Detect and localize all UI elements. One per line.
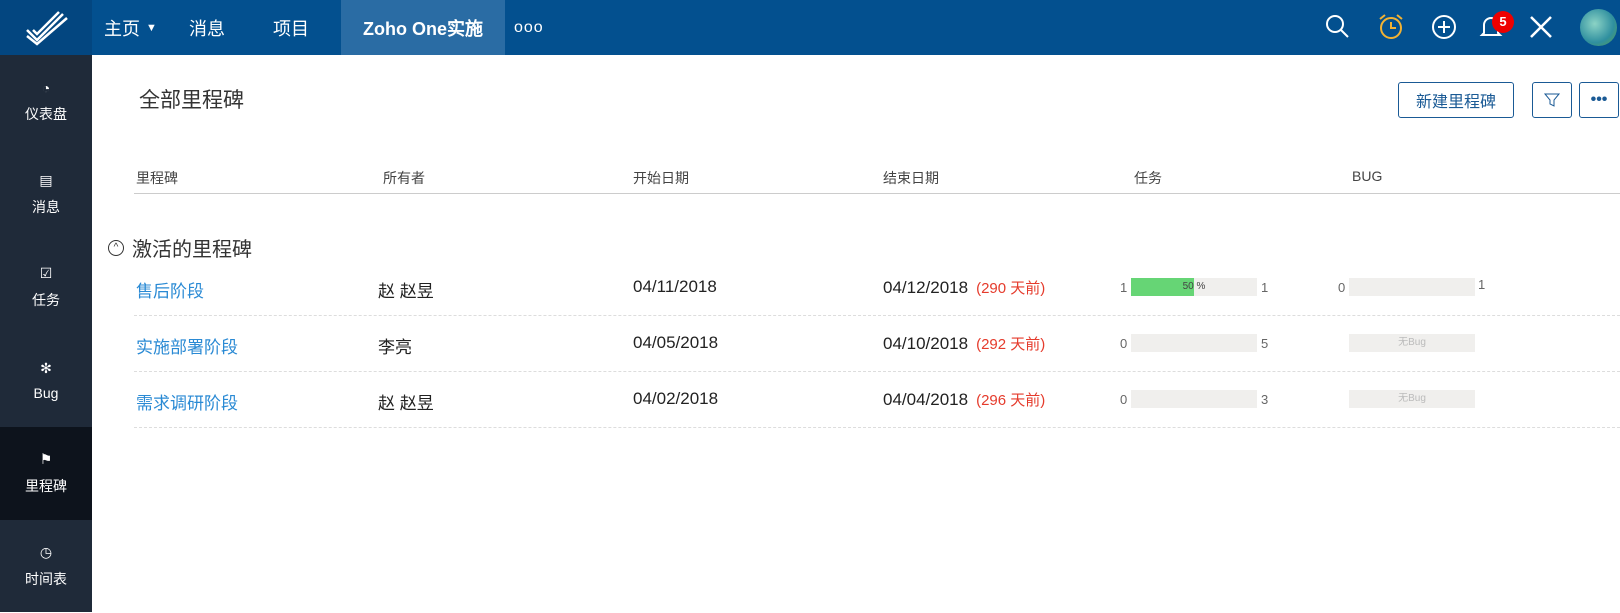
- owner-name: 赵 赵昱: [378, 282, 434, 301]
- nav-more[interactable]: ooo: [514, 0, 544, 55]
- task-progress-bar: 50 %: [1131, 278, 1257, 296]
- task-progress-bar: [1131, 334, 1257, 352]
- milestone-link[interactable]: 售后阶段: [136, 277, 204, 302]
- chevron-down-icon: ▼: [146, 21, 157, 34]
- tools-icon[interactable]: [1526, 12, 1556, 42]
- column-header-milestone[interactable]: 里程碑: [136, 168, 178, 188]
- sidebar-label: Bug: [33, 385, 59, 401]
- column-header-owner[interactable]: 所有者: [383, 168, 425, 188]
- nav-home-label: 主页: [104, 18, 140, 39]
- column-header-tasks[interactable]: 任务: [1134, 168, 1162, 188]
- end-date: 04/10/2018: [883, 334, 969, 353]
- table-row: 实施部署阶段 李亮 04/05/2018 04/10/2018 (292 天前) …: [134, 316, 1620, 372]
- table-row: 需求调研阶段 赵 赵昱 04/02/2018 04/04/2018 (296 天前…: [134, 372, 1620, 428]
- sidebar-item-milestones[interactable]: ⚑ 里程碑: [0, 427, 92, 520]
- sidebar-item-timesheet[interactable]: ◷ 时间表: [0, 520, 92, 613]
- owner-name: 赵 赵昱: [378, 394, 434, 413]
- end-date: 04/12/2018: [883, 278, 969, 297]
- bug-closed-count: 0: [1338, 280, 1346, 295]
- column-header-bugs[interactable]: BUG: [1352, 168, 1382, 184]
- end-date-cell: 04/10/2018 (292 天前): [883, 333, 1045, 354]
- no-bug-label: 无Bug: [1398, 393, 1426, 404]
- start-date: 04/11/2018: [633, 277, 717, 296]
- bug-progress-bar: 无Bug: [1349, 390, 1475, 408]
- sidebar-item-bugs[interactable]: ✻ Bug: [0, 334, 92, 427]
- group-active-milestones[interactable]: ^ 激活的里程碑: [108, 233, 252, 262]
- nav-feed[interactable]: 消息: [189, 0, 225, 55]
- task-total-count: 3: [1261, 392, 1269, 407]
- sidebar-label: 时间表: [25, 571, 67, 587]
- filter-button[interactable]: [1532, 82, 1572, 118]
- end-date-cell: 04/04/2018 (296 天前): [883, 389, 1045, 410]
- feed-icon: ▤: [39, 172, 53, 188]
- task-total-count: 1: [1261, 280, 1269, 295]
- task-total-count: 5: [1261, 336, 1269, 351]
- nav-home[interactable]: 主页 ▼: [104, 0, 157, 55]
- bug-progress-bar: 无Bug: [1349, 334, 1475, 352]
- start-date: 04/05/2018: [633, 333, 719, 352]
- user-avatar[interactable]: [1580, 9, 1617, 46]
- task-icon: ☑: [39, 265, 53, 281]
- alarm-clock-icon[interactable]: [1376, 12, 1406, 42]
- start-date: 04/02/2018: [633, 389, 719, 408]
- milestone-link[interactable]: 实施部署阶段: [136, 333, 238, 358]
- end-date: 04/04/2018: [883, 390, 969, 409]
- collapse-icon[interactable]: ^: [108, 239, 124, 256]
- new-milestone-button[interactable]: 新建里程碑: [1398, 82, 1514, 118]
- app-logo[interactable]: [0, 0, 92, 55]
- sidebar-label: 消息: [32, 199, 60, 215]
- sidebar-label: 任务: [32, 292, 60, 308]
- more-options-button[interactable]: •••: [1579, 82, 1619, 118]
- milestone-icon: ⚑: [39, 451, 53, 467]
- group-label: 激活的里程碑: [132, 239, 252, 261]
- overdue-label: (296 天前): [976, 392, 1046, 409]
- header-divider: [134, 193, 1620, 194]
- task-progress-bar: [1131, 390, 1257, 408]
- owner-name: 李亮: [378, 338, 412, 357]
- top-bar: 主页 ▼ 消息 项目 Zoho One实施 ooo 5: [0, 0, 1620, 55]
- no-bug-label: 无Bug: [1398, 337, 1426, 348]
- search-icon[interactable]: [1323, 12, 1353, 42]
- notification-badge: 5: [1492, 11, 1514, 33]
- checkmark-logo-icon: [26, 10, 68, 46]
- sidebar-item-feed[interactable]: ▤ 消息: [0, 148, 92, 241]
- filter-icon: [1543, 93, 1561, 107]
- add-icon[interactable]: [1429, 12, 1459, 42]
- bug-progress-bar: [1349, 278, 1475, 296]
- sidebar-label: 仪表盘: [25, 105, 67, 122]
- task-closed-count: 0: [1120, 392, 1128, 407]
- overdue-label: (290 天前): [976, 280, 1046, 297]
- page-title: 全部里程碑: [139, 89, 244, 112]
- sidebar: ◔ 仪表盘 ▤ 消息 ☑ 任务 ✻ Bug ⚑ 里程碑 ◷ 时间表: [0, 55, 92, 612]
- table-row: 售后阶段 赵 赵昱 04/11/2018 04/12/2018 (290 天前) …: [134, 260, 1620, 316]
- nav-projects[interactable]: 项目: [273, 0, 309, 55]
- bug-icon: ✻: [40, 360, 52, 376]
- task-percent-label: 50 %: [1182, 281, 1206, 292]
- overdue-label: (292 天前): [976, 336, 1046, 353]
- milestone-link[interactable]: 需求调研阶段: [136, 389, 238, 414]
- sidebar-item-dashboard[interactable]: ◔ 仪表盘: [0, 55, 92, 148]
- timer-icon: ◷: [39, 544, 53, 560]
- sidebar-item-tasks[interactable]: ☑ 任务: [0, 241, 92, 334]
- dashboard-icon: ◔: [41, 79, 51, 96]
- task-closed-count: 1: [1120, 280, 1128, 295]
- column-header-end-date[interactable]: 结束日期: [883, 168, 939, 188]
- end-date-cell: 04/12/2018 (290 天前): [883, 277, 1045, 298]
- column-header-start-date[interactable]: 开始日期: [633, 168, 689, 188]
- bug-total-count: 1: [1478, 277, 1486, 292]
- nav-current-project[interactable]: Zoho One实施: [341, 0, 505, 55]
- task-closed-count: 0: [1120, 336, 1128, 351]
- sidebar-label: 里程碑: [25, 478, 67, 494]
- more-icon: •••: [1590, 91, 1608, 108]
